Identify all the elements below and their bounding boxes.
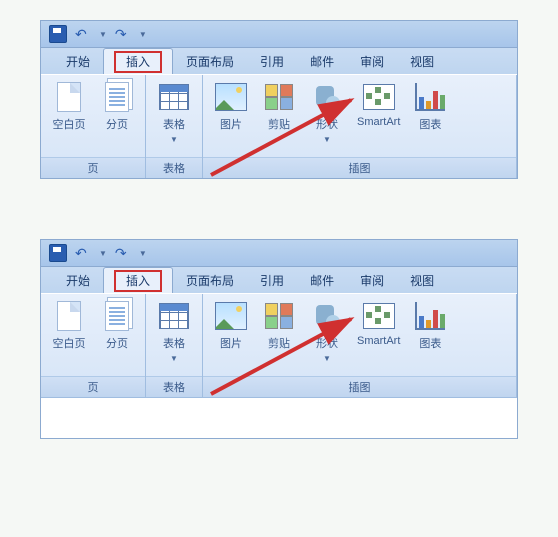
shapes-dropdown-icon: ▼: [323, 354, 331, 363]
blank-page-icon: [57, 301, 81, 331]
table-dropdown-icon: ▼: [170, 135, 178, 144]
shapes-dropdown-icon: ▼: [323, 135, 331, 144]
tab-start[interactable]: 开始: [53, 48, 103, 74]
table-button[interactable]: 表格 ▼: [150, 79, 198, 146]
tab-references[interactable]: 引用: [247, 48, 297, 74]
chart-icon: [415, 83, 445, 111]
shapes-label: 形状: [316, 335, 338, 351]
redo-icon[interactable]: [115, 245, 131, 261]
blank-page-label: 空白页: [53, 335, 86, 351]
blank-page-button[interactable]: 空白页: [45, 79, 93, 134]
ribbon-body: 空白页 分页 页 表格 ▼ 表格: [41, 74, 517, 178]
page-break-button[interactable]: 分页: [93, 298, 141, 353]
group-illustrations: 图片 剪贴 形状 ▼ SmartArt 图表: [203, 75, 517, 178]
quick-access-toolbar: ▼ ▼: [41, 21, 517, 48]
group-pages-label: 页: [41, 376, 145, 397]
ribbon-screenshot-1: ▼ ▼ 开始 插入 页面布局 引用 邮件 审阅 视图 空白页 分页 页: [40, 20, 518, 179]
clipart-icon: [265, 303, 293, 329]
clipart-button[interactable]: 剪贴: [255, 298, 303, 353]
smartart-icon: [363, 84, 395, 110]
quick-access-toolbar: ▼ ▼: [41, 240, 517, 267]
page-break-label: 分页: [106, 116, 128, 132]
picture-icon: [215, 83, 247, 111]
clipart-label: 剪贴: [268, 335, 290, 351]
chart-button[interactable]: 图表: [406, 298, 454, 353]
page-break-icon: [105, 301, 129, 331]
tab-references[interactable]: 引用: [247, 267, 297, 293]
page-break-icon: [105, 82, 129, 112]
shapes-label: 形状: [316, 116, 338, 132]
shapes-button[interactable]: 形状 ▼: [303, 298, 351, 365]
table-dropdown-icon: ▼: [170, 354, 178, 363]
blank-page-icon: [57, 82, 81, 112]
ribbon-tabs: 开始 插入 页面布局 引用 邮件 审阅 视图: [41, 48, 517, 74]
ribbon-body: 空白页 分页 页 表格 ▼ 表格: [41, 293, 517, 397]
insert-highlight: 插入: [114, 270, 162, 292]
clipart-label: 剪贴: [268, 116, 290, 132]
group-illustrations-label: 插图: [203, 157, 516, 178]
group-illustrations: 图片 剪贴 形状 ▼ SmartArt 图表: [203, 294, 517, 397]
shapes-icon: [314, 303, 340, 329]
page-break-button[interactable]: 分页: [93, 79, 141, 134]
picture-button[interactable]: 图片: [207, 79, 255, 134]
tab-insert[interactable]: 插入: [103, 267, 173, 293]
page-break-label: 分页: [106, 335, 128, 351]
table-label: 表格: [163, 335, 185, 351]
tab-pagelayout[interactable]: 页面布局: [173, 267, 247, 293]
redo-icon[interactable]: [115, 26, 131, 42]
insert-highlight: 插入: [114, 51, 162, 73]
chart-label: 图表: [419, 116, 441, 132]
tab-mailings[interactable]: 邮件: [297, 48, 347, 74]
smartart-button[interactable]: SmartArt: [351, 298, 406, 349]
shapes-icon: [314, 84, 340, 110]
undo-dropdown-icon[interactable]: ▼: [99, 249, 107, 258]
group-tables-label: 表格: [146, 157, 202, 178]
clipart-icon: [265, 84, 293, 110]
group-pages: 空白页 分页 页: [41, 75, 146, 178]
table-button[interactable]: 表格 ▼: [150, 298, 198, 365]
document-area: [41, 397, 517, 438]
group-pages-label: 页: [41, 157, 145, 178]
tab-start[interactable]: 开始: [53, 267, 103, 293]
group-tables-label: 表格: [146, 376, 202, 397]
group-illustrations-label: 插图: [203, 376, 516, 397]
group-tables: 表格 ▼ 表格: [146, 75, 203, 178]
ribbon-screenshot-2: ▼ ▼ 开始 插入 页面布局 引用 邮件 审阅 视图 空白页 分页 页: [40, 239, 518, 439]
tab-view[interactable]: 视图: [397, 267, 447, 293]
qat-customize-icon[interactable]: ▼: [139, 249, 147, 258]
undo-icon[interactable]: [75, 245, 91, 261]
picture-label: 图片: [220, 335, 242, 351]
table-icon: [159, 303, 189, 329]
ribbon-tabs: 开始 插入 页面布局 引用 邮件 审阅 视图: [41, 267, 517, 293]
chart-label: 图表: [419, 335, 441, 351]
table-icon: [159, 84, 189, 110]
smartart-label: SmartArt: [357, 335, 400, 347]
smartart-button[interactable]: SmartArt: [351, 79, 406, 130]
table-label: 表格: [163, 116, 185, 132]
clipart-button[interactable]: 剪贴: [255, 79, 303, 134]
tab-mailings[interactable]: 邮件: [297, 267, 347, 293]
qat-customize-icon[interactable]: ▼: [139, 30, 147, 39]
picture-label: 图片: [220, 116, 242, 132]
shapes-button[interactable]: 形状 ▼: [303, 79, 351, 146]
tab-review[interactable]: 审阅: [347, 267, 397, 293]
save-icon[interactable]: [49, 25, 67, 43]
save-icon[interactable]: [49, 244, 67, 262]
group-tables: 表格 ▼ 表格: [146, 294, 203, 397]
undo-dropdown-icon[interactable]: ▼: [99, 30, 107, 39]
tab-pagelayout[interactable]: 页面布局: [173, 48, 247, 74]
group-pages: 空白页 分页 页: [41, 294, 146, 397]
tab-view[interactable]: 视图: [397, 48, 447, 74]
blank-page-button[interactable]: 空白页: [45, 298, 93, 353]
tab-review[interactable]: 审阅: [347, 48, 397, 74]
smartart-label: SmartArt: [357, 116, 400, 128]
picture-icon: [215, 302, 247, 330]
undo-icon[interactable]: [75, 26, 91, 42]
smartart-icon: [363, 303, 395, 329]
chart-icon: [415, 302, 445, 330]
blank-page-label: 空白页: [53, 116, 86, 132]
tab-insert[interactable]: 插入: [103, 48, 173, 74]
picture-button[interactable]: 图片: [207, 298, 255, 353]
chart-button[interactable]: 图表: [406, 79, 454, 134]
